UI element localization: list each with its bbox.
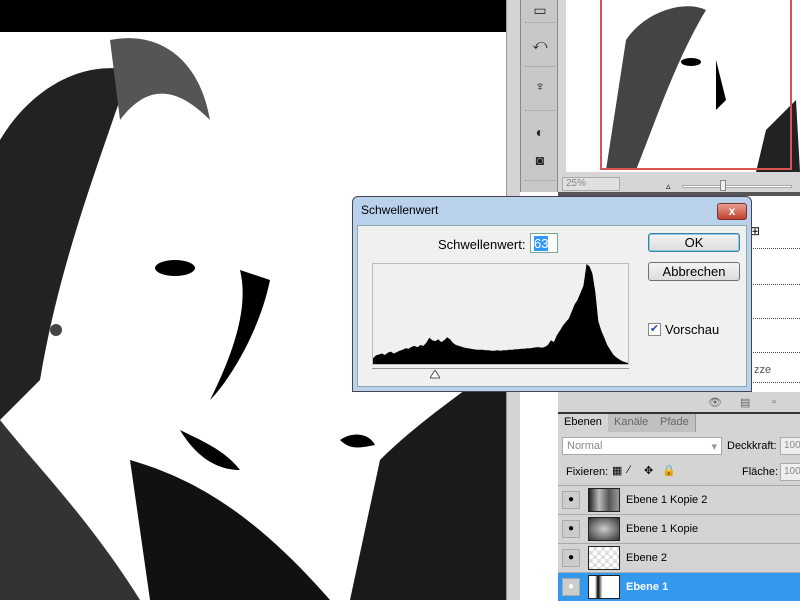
threshold-slider-handle[interactable] <box>430 370 441 379</box>
mini-bridge-icon[interactable]: ▭ <box>530 0 550 20</box>
title-bar-strip <box>0 0 506 32</box>
panel-item-text: zze <box>754 364 772 376</box>
lock-position-icon[interactable]: ✥ <box>644 464 653 477</box>
preview-checkbox[interactable]: ✔ <box>648 323 661 336</box>
layer-row-selected[interactable]: ● Ebene 1 <box>558 572 800 601</box>
brush-presets-icon[interactable]: ♆ <box>530 76 550 96</box>
lock-transparency-icon[interactable]: ▦ <box>612 464 622 477</box>
history-icon[interactable]: ⤺ <box>530 34 550 54</box>
threshold-dialog: Schwellenwert x Schwellenwert: 63 OK Abb… <box>352 196 752 392</box>
fill-field[interactable]: 100% <box>780 463 800 481</box>
fill-label: Fläche: <box>742 466 779 478</box>
eye-icon[interactable]: ● <box>562 549 580 567</box>
navigator-panel: 25% ▵ <box>558 0 800 192</box>
layer-thumbnail <box>588 517 620 541</box>
layer-row[interactable]: ● Ebene 2 <box>558 543 800 572</box>
layer-thumbnail <box>588 488 620 512</box>
layer-row[interactable]: ● Ebene 1 Kopie <box>558 514 800 543</box>
tab-ebenen[interactable]: Ebenen <box>558 414 609 432</box>
zoom-slider[interactable] <box>682 185 792 188</box>
navigator-view-box[interactable] <box>600 0 792 170</box>
threshold-input[interactable]: 63 <box>530 233 558 253</box>
close-button[interactable]: x <box>717 203 747 220</box>
zoom-out-icon[interactable]: ▵ <box>666 181 671 192</box>
layer-thumbnail <box>588 546 620 570</box>
blend-mode-select[interactable]: Normal ▾ <box>562 437 722 455</box>
layer-row[interactable]: ● Ebene 1 Kopie 2 <box>558 485 800 514</box>
histogram-shape <box>373 264 628 364</box>
layer-name: Ebene 1 <box>626 581 669 593</box>
eye-icon[interactable]: ● <box>562 578 580 596</box>
zoom-slider-thumb[interactable] <box>720 180 726 191</box>
lock-label: Fixieren: <box>566 466 609 478</box>
panel-menu-icon[interactable]: ▤ <box>740 396 750 409</box>
eye-icon[interactable]: ● <box>562 520 580 538</box>
tab-kanaele[interactable]: Kanäle <box>608 414 656 432</box>
layer-name: Ebene 1 Kopie <box>626 523 699 535</box>
cancel-button[interactable]: Abbrechen <box>648 262 740 281</box>
layer-name: Ebene 2 <box>626 552 667 564</box>
opacity-label: Deckkraft: <box>727 440 777 452</box>
eye-icon[interactable]: ● <box>562 491 580 509</box>
dialog-title: Schwellenwert <box>361 203 439 217</box>
layer-thumbnail <box>588 575 620 599</box>
zoom-level-field[interactable]: 25% <box>562 177 620 191</box>
opacity-field[interactable]: 100% <box>780 437 800 455</box>
ok-button[interactable]: OK <box>648 233 740 252</box>
preview-label: Vorschau <box>665 322 720 337</box>
lock-pixels-icon[interactable]: ⁄ <box>628 464 630 476</box>
lock-all-icon[interactable]: 🔒 <box>662 464 676 477</box>
threshold-label: Schwellenwert: <box>438 237 526 252</box>
histogram <box>372 263 629 365</box>
tab-pfade[interactable]: Pfade <box>654 414 696 432</box>
chevron-down-icon: ▾ <box>711 441 717 453</box>
panel-dock-icons: ▭ ⤺ ♆ ◐ ◙ <box>520 0 558 192</box>
new-icon[interactable]: ▫ <box>772 396 776 408</box>
histogram-baseline <box>372 368 629 369</box>
masks-icon[interactable]: ◙ <box>530 150 550 170</box>
layers-panel: 👁 ▤ ▫ Ebenen Kanäle Pfade Normal ▾ Deckkr… <box>558 392 800 601</box>
adjustments-icon[interactable]: ◐ <box>530 122 550 142</box>
brush-icon[interactable]: 👁 <box>708 396 722 409</box>
layer-name: Ebene 1 Kopie 2 <box>626 494 708 506</box>
dialog-body: Schwellenwert: 63 OK Abbrechen ✔ Vorscha… <box>357 225 747 387</box>
